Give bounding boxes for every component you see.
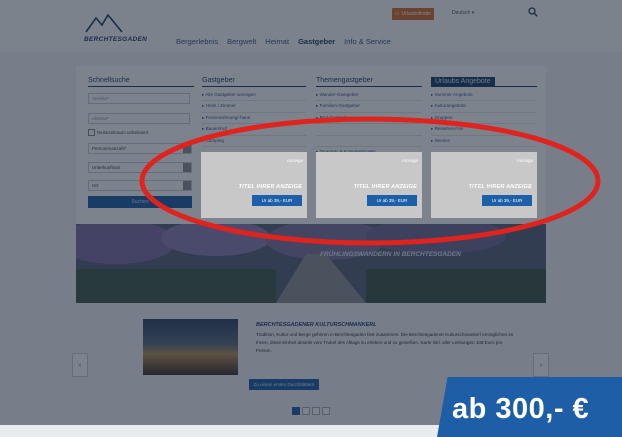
ad-tag: Anzeige: [286, 158, 303, 163]
list-item[interactable]: ▸ Ferienwohnung/-haus: [202, 113, 306, 125]
persons-select-value: Personenanzahl*: [92, 146, 127, 151]
checkbox-label: Reisezeitraum unbekannt: [97, 130, 149, 135]
teaser-image[interactable]: [143, 319, 238, 375]
teaser-title[interactable]: BERCHTESGADENER KULTURSCHMANKERL: [256, 322, 377, 328]
teaser-button[interactable]: Zu einem ersten Durchblättern: [249, 379, 319, 390]
hero-image[interactable]: [76, 224, 546, 303]
ad-price-button[interactable]: Ur ab 39,- EUR: [252, 195, 302, 206]
ad-tag: Anzeige: [516, 158, 533, 163]
price-banner-text: ab 300,- €: [452, 393, 590, 425]
departure-field[interactable]: Abreise*: [88, 113, 190, 124]
chevron-down-icon: [183, 181, 191, 190]
hero-caption: FRÜHLINGSWANDERN IN BERCHTESGADEN: [320, 251, 461, 258]
spring-hiking-photo: [76, 224, 546, 303]
accommodation-select-value: Unterkunftsart: [92, 165, 121, 170]
accommodation-select[interactable]: Unterkunftsart: [88, 162, 192, 173]
chevron-right-icon: ›: [539, 361, 543, 369]
ad-card[interactable]: Anzeige TITEL IHRER ANZEIGE Ur ab 39,- E…: [201, 152, 307, 218]
logo[interactable]: BERCHTESGADEN: [84, 12, 148, 46]
divider: [316, 86, 422, 87]
pagination-dot[interactable]: [312, 407, 320, 415]
list-item[interactable]: ▸ Gruppen: [431, 113, 537, 125]
divider: [431, 86, 537, 87]
column-title-themengastgeber[interactable]: Themengastgeber: [316, 77, 373, 84]
list-item[interactable]: ▸ Bauernhof: [202, 124, 306, 136]
search-icon[interactable]: [528, 7, 538, 17]
checkbox[interactable]: [88, 129, 95, 136]
brand-name: BERCHTESGADEN: [84, 36, 148, 43]
chevron-down-icon: [183, 144, 191, 153]
persons-select[interactable]: Personenanzahl*: [88, 143, 192, 154]
chevron-down-icon: [183, 163, 191, 172]
ad-tag: Anzeige: [401, 158, 418, 163]
teaser-text: Tradition, Kultur und Berge gehören in B…: [256, 332, 514, 353]
search-button[interactable]: Suchen: [88, 196, 192, 208]
unknown-period-checkbox-row[interactable]: Reisezeitraum unbekannt: [88, 129, 148, 136]
nav-gastgeber[interactable]: Gastgeber: [298, 37, 335, 46]
list-item[interactable]: ▸ Familien-Gastgeber: [316, 101, 422, 113]
arrival-field[interactable]: Anreise*: [88, 93, 190, 104]
chevron-left-icon: ‹: [78, 361, 82, 369]
ad-card[interactable]: Anzeige TITEL IHRER ANZEIGE Ur ab 39,- E…: [431, 152, 537, 218]
quicksearch-title: Schnellsuche: [88, 77, 130, 84]
ad-title: TITEL IHRER ANZEIGE: [468, 184, 532, 190]
list-item[interactable]: ▸ Camping: [202, 136, 306, 148]
nav-heimat[interactable]: Heimat: [265, 37, 289, 46]
urlaubsfinder-button[interactable]: ▭ Urlaubsfinder: [392, 8, 434, 20]
slider-next-button[interactable]: ›: [533, 353, 549, 377]
ad-title: TITEL IHRER ANZEIGE: [238, 184, 302, 190]
site-header: BERCHTESGADEN Bergerlebnis Bergwelt Heim…: [0, 0, 622, 52]
pagination-dot[interactable]: [302, 407, 310, 415]
list-item[interactable]: ▸ Sommer Angebote: [431, 90, 537, 102]
list-item[interactable]: ▸ Hotel / Zimmer: [202, 101, 306, 113]
nav-info-service[interactable]: Info & Service: [344, 37, 391, 46]
themengastgeber-list: ▸ Wander-Gastgeber ▸ Familien-Gastgeber …: [316, 90, 422, 159]
slider-pagination: [292, 407, 330, 415]
divider: [202, 86, 306, 87]
list-item[interactable]: ▸ Reisebus-Fan: [431, 124, 537, 136]
list-item[interactable]: ▸ Service: [431, 136, 537, 148]
nav-bergwelt[interactable]: Bergwelt: [227, 37, 256, 46]
ad-price-button[interactable]: Ur ab 39,- EUR: [367, 195, 417, 206]
list-item[interactable]: ▸ Alle Gastgeber anzeigen: [202, 90, 306, 102]
column-title-urlaubs-angebote[interactable]: Urlaubs Angebote: [431, 77, 495, 86]
pagination-dot[interactable]: [322, 407, 330, 415]
ad-price-button[interactable]: Ur ab 39,- EUR: [482, 195, 532, 206]
mountain-logo-icon: [85, 13, 123, 33]
location-select[interactable]: Ort: [88, 180, 192, 191]
list-item[interactable]: ▸ Kulturangebote: [431, 101, 537, 113]
gastgeber-list: ▸ Alle Gastgeber anzeigen ▸ Hotel / Zimm…: [202, 90, 306, 148]
list-item[interactable]: ▸ Rad-Gastgeber: [316, 113, 422, 125]
main-nav: Bergerlebnis Bergwelt Heimat Gastgeber I…: [176, 37, 391, 46]
list-item[interactable]: [316, 136, 422, 148]
ad-title: TITEL IHRER ANZEIGE: [353, 184, 417, 190]
location-select-value: Ort: [92, 183, 99, 188]
pagination-dot[interactable]: [292, 407, 300, 415]
angebote-list: ▸ Sommer Angebote ▸ Kulturangebote ▸ Gru…: [431, 90, 537, 148]
list-item[interactable]: ▸ Wander-Gastgeber: [316, 90, 422, 102]
calendar-icon: ▭: [394, 11, 400, 17]
ad-card[interactable]: Anzeige TITEL IHRER ANZEIGE Ur ab 39,- E…: [316, 152, 422, 218]
nav-bergerlebnis[interactable]: Bergerlebnis: [176, 37, 218, 46]
list-item[interactable]: [316, 124, 422, 136]
slider-prev-button[interactable]: ‹: [72, 353, 88, 377]
language-select[interactable]: Deutsch ▾: [452, 10, 474, 16]
divider: [88, 86, 194, 87]
urlaubsfinder-label: Urlaubsfinder: [401, 11, 432, 17]
column-title-gastgeber[interactable]: Gastgeber: [202, 77, 235, 84]
